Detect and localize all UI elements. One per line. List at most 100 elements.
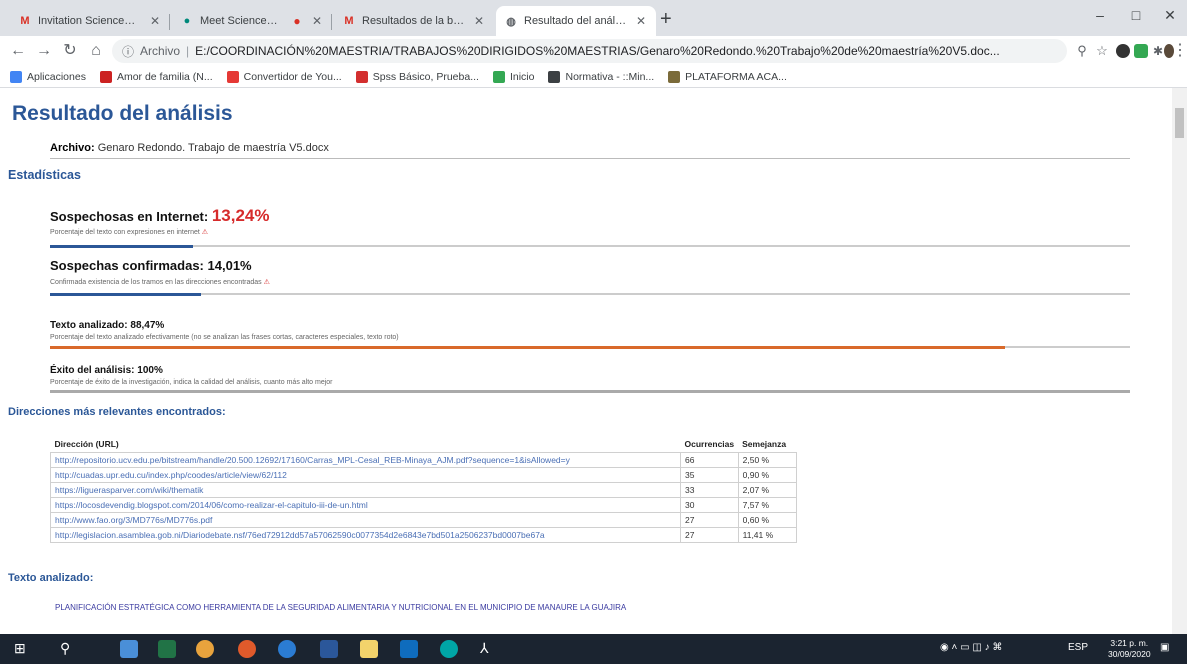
bookmarks-bar: Aplicaciones Amor de familia (N... Conve…	[0, 66, 1187, 88]
col-semejanza-header: Semejanza	[742, 439, 787, 449]
warning-icon: ⚠	[201, 229, 209, 236]
table-row: http://repositorio.ucv.edu.pe/bitstream/…	[50, 452, 797, 468]
close-tab-icon[interactable]: ✕	[148, 14, 162, 28]
tab-separator	[169, 14, 170, 30]
bookmark-aplicaciones[interactable]: Aplicaciones	[10, 70, 86, 83]
close-tab-icon[interactable]: ✕	[634, 14, 648, 28]
table-row: http://www.fao.org/3/MD776s/MD776s.pdf 2…	[50, 512, 797, 528]
archivo-value: Genaro Redondo. Trabajo de maestría V5.d…	[97, 142, 329, 154]
warning-icon: ⚠	[263, 279, 270, 286]
bookmark-inicio[interactable]: Inicio	[492, 70, 535, 83]
bookmark-spss[interactable]: Spss Básico, Prueba...	[355, 70, 479, 83]
tab-gmail-invitation[interactable]: M Invitation ScienceDirect y Scop... ✕	[10, 6, 170, 36]
stat-analizado-fill	[50, 346, 1006, 349]
ocurrencias-cell: 27	[680, 527, 739, 543]
stat-value: 88,47%	[130, 320, 165, 331]
windows-start-icon[interactable]: ⊞	[14, 640, 32, 658]
globe-icon: ◍	[506, 15, 516, 28]
url-link[interactable]: http://legislacion.asamblea.gob.ni/Diari…	[50, 527, 681, 543]
stat-internet-desc: Porcentaje del texto con expresiones en …	[50, 228, 208, 236]
url-link[interactable]: http://cuadas.upr.edu.cu/index.php/coode…	[50, 467, 681, 483]
mail-icon[interactable]	[400, 640, 418, 658]
terminal-icon[interactable]: ⅄	[480, 640, 498, 658]
chrome-icon[interactable]	[196, 640, 214, 658]
url-protocol: Archivo	[140, 44, 181, 58]
taskview-icon[interactable]	[120, 640, 138, 658]
bookmark-label: PLATAFORMA ACA...	[685, 70, 787, 83]
reload-button[interactable]: ↻	[60, 42, 80, 60]
stat-desc-text: Porcentaje del texto con expresiones en …	[50, 229, 200, 236]
close-tab-icon[interactable]: ✕	[310, 14, 324, 28]
tab-title: Resultado del análisis	[524, 15, 628, 27]
close-window-button[interactable]: ✕	[1160, 7, 1180, 24]
apps-grid-icon	[10, 70, 22, 83]
clock-time: 3:21 p. m.	[1110, 638, 1149, 648]
close-tab-icon[interactable]: ✕	[472, 14, 486, 28]
forward-button[interactable]: →	[34, 42, 54, 60]
bookmark-star-icon[interactable]: ☆	[1092, 42, 1112, 60]
extension-icon[interactable]	[1116, 44, 1130, 58]
word-icon[interactable]	[320, 640, 338, 658]
firefox-icon[interactable]	[238, 640, 256, 658]
zoom-search-icon[interactable]: ⚲	[1072, 42, 1092, 60]
url-link[interactable]: http://repositorio.ucv.edu.pe/bitstream/…	[50, 452, 681, 468]
info-icon[interactable]: ⓘ	[122, 43, 134, 60]
meet-app-icon[interactable]	[440, 640, 458, 658]
texto-analizado-heading: Texto analizado:	[8, 572, 94, 584]
ocurrencias-cell: 27	[680, 512, 739, 528]
notifications-icon[interactable]: ▣	[1160, 642, 1169, 653]
address-bar[interactable]: ⓘ Archivo | E:/COORDINACIÓN%20MAESTRIA/T…	[112, 39, 1067, 63]
language-indicator[interactable]: ESP	[1068, 642, 1088, 653]
file-explorer-icon[interactable]	[360, 640, 378, 658]
tab-gmail-results[interactable]: M Resultados de la búsqueda - ... ✕	[334, 6, 494, 36]
table-row: https://liguerasparver.com/wiki/thematik…	[50, 482, 797, 498]
sheets-extension-icon[interactable]	[1134, 44, 1148, 58]
maximize-button[interactable]: □	[1126, 7, 1146, 23]
scrollbar-thumb[interactable]	[1175, 108, 1184, 138]
direcciones-heading: Direcciones más relevantes encontrados:	[8, 406, 226, 418]
url-link[interactable]: http://www.fao.org/3/MD776s/MD776s.pdf	[50, 512, 681, 528]
bookmark-convertidor[interactable]: Convertidor de You...	[226, 70, 342, 83]
stat-value: 13,24%	[211, 206, 270, 225]
bookmark-normativa[interactable]: Normativa - ::Min...	[548, 70, 655, 83]
ocurrencias-cell: 33	[680, 482, 739, 498]
col-ocurrencias-header: Ocurrencias	[684, 439, 735, 449]
site-favicon-icon	[548, 70, 561, 83]
stat-exito-title: Éxito del análisis: 100%	[50, 365, 163, 376]
url-link[interactable]: https://locosdevendig.blogspot.com/2014/…	[50, 497, 681, 513]
url-link[interactable]: https://liguerasparver.com/wiki/thematik	[50, 482, 681, 498]
clock[interactable]: 3:21 p. m. 30/09/2020	[1108, 638, 1151, 660]
tab-resultado-analisis[interactable]: ◍ Resultado del análisis ✕	[496, 6, 656, 36]
stat-exito-bar	[50, 390, 1130, 393]
back-button[interactable]: ←	[8, 42, 28, 60]
tray-icons[interactable]: ◉ ˄ ▭ ◫ ♪ ⌘	[940, 642, 1002, 653]
ocurrencias-cell: 66	[680, 452, 739, 468]
home-button[interactable]: ⌂	[86, 42, 106, 60]
stat-analizado-bar	[50, 346, 1130, 349]
table-row: http://cuadas.upr.edu.cu/index.php/coode…	[50, 467, 797, 483]
minimize-button[interactable]: –	[1090, 7, 1110, 23]
tab-meet[interactable]: ● Meet ScienceDirect y Scop... ● ✕	[172, 6, 332, 36]
vertical-scrollbar[interactable]	[1172, 88, 1187, 634]
bookmark-amor-familia[interactable]: Amor de familia (N...	[99, 70, 213, 83]
bookmark-label: Inicio	[509, 70, 535, 83]
stat-analizado-desc: Porcentaje del texto analizado efectivam…	[50, 334, 399, 341]
bookmark-plataforma[interactable]: PLATAFORMA ACA...	[668, 70, 787, 83]
archivo-label: Archivo:	[50, 142, 95, 154]
texto-analizado-body: PLANIFICACIÓN ESTRATÉGICA COMO HERRAMIEN…	[55, 603, 627, 612]
browser-icon[interactable]	[278, 640, 296, 658]
urls-table: Dirección (URL) Ocurrencias Semejanza ht…	[50, 436, 797, 543]
page-content: Resultado del análisis Archivo: Genaro R…	[0, 88, 1172, 634]
gmail-icon: M	[344, 15, 354, 27]
excel-icon[interactable]	[158, 640, 176, 658]
bookmark-label: Amor de familia (N...	[116, 70, 213, 83]
menu-kebab-icon[interactable]: ⋮	[1172, 42, 1187, 60]
url-divider: |	[186, 44, 190, 58]
page-title: Resultado del análisis	[12, 102, 233, 125]
new-tab-button[interactable]: +	[660, 9, 672, 29]
table-row: https://locosdevendig.blogspot.com/2014/…	[50, 497, 797, 513]
semejanza-cell: 2,07 %	[737, 482, 797, 498]
bookmark-label: Normativa - ::Min...	[565, 70, 655, 83]
stat-internet-bar	[50, 245, 1130, 248]
search-icon[interactable]: ⚲	[60, 640, 78, 658]
